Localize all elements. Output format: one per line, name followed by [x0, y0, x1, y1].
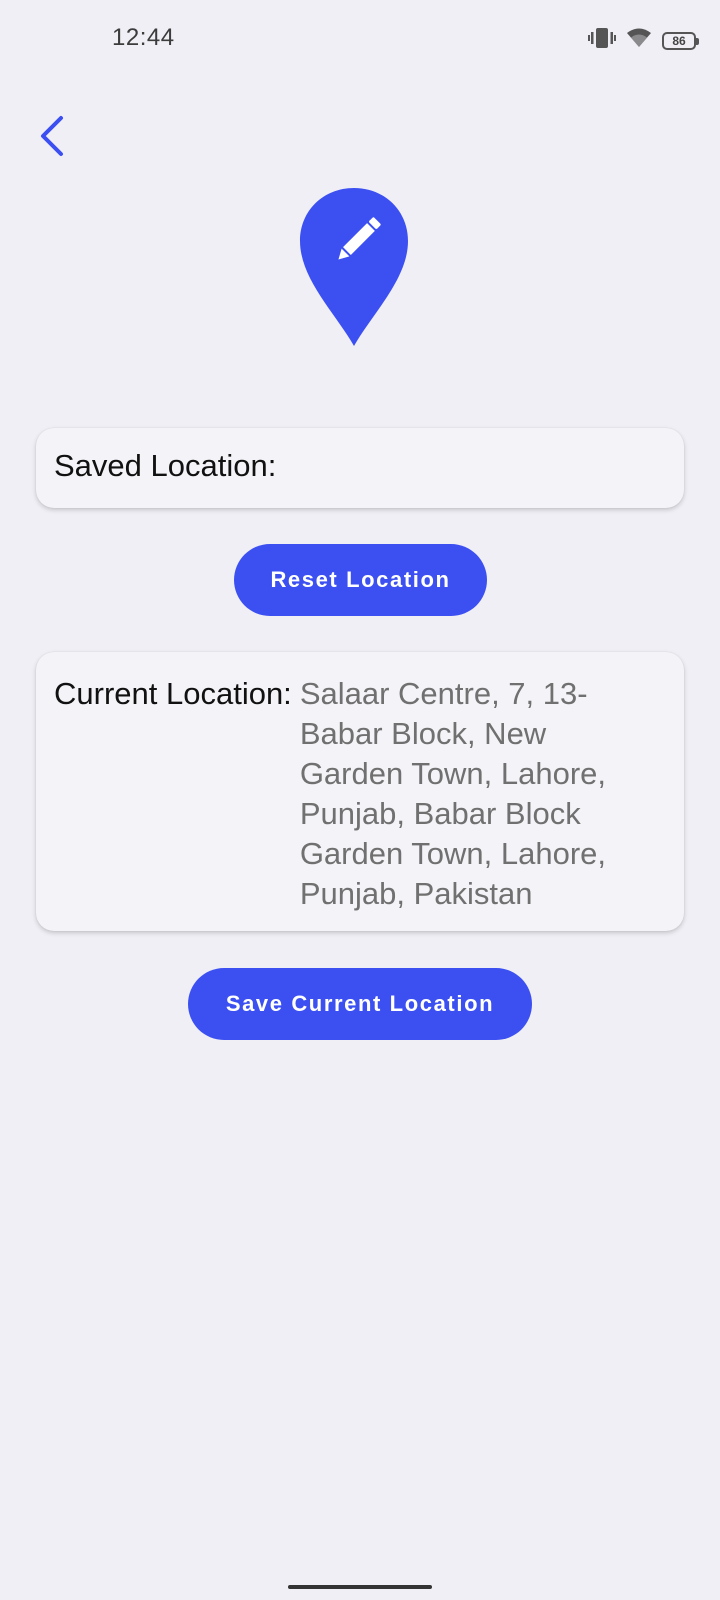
current-location-label: Current Location: [54, 676, 292, 711]
battery-level: 86 [672, 33, 686, 48]
current-location-address: Salaar Centre, 7, 13-Babar Block, New Ga… [299, 676, 606, 911]
home-indicator[interactable] [288, 1585, 432, 1589]
vibrate-icon [588, 26, 616, 55]
status-time: 12:44 [112, 24, 175, 51]
battery-icon: 86 [662, 31, 699, 50]
save-current-location-button[interactable]: Save Current Location [188, 968, 532, 1040]
chevron-left-icon [37, 114, 67, 163]
status-icons: 86 [588, 26, 699, 55]
edit-location-pin-icon [296, 186, 416, 348]
back-button[interactable] [26, 112, 78, 164]
current-location-card: Current Location: Salaar Centre, 7, 13-B… [36, 652, 684, 931]
saved-location-card: Saved Location: [36, 428, 684, 508]
status-bar: 12:44 86 [0, 0, 720, 80]
wifi-icon [626, 27, 652, 54]
reset-location-button[interactable]: Reset Location [234, 544, 487, 616]
saved-location-label: Saved Location: [54, 448, 277, 483]
